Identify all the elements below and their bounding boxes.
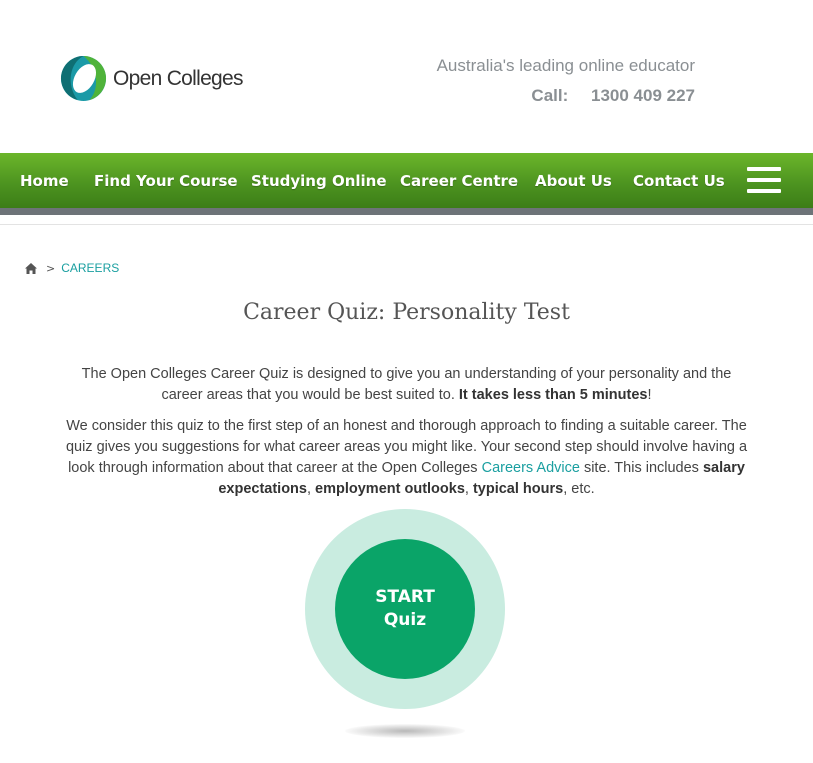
phone-line: Call: 1300 409 227 bbox=[531, 86, 695, 106]
nav-studying-online[interactable]: Studying Online bbox=[251, 172, 387, 190]
nav-home[interactable]: Home bbox=[20, 172, 69, 190]
page: Open Colleges Australia's leading online… bbox=[0, 0, 813, 763]
nav-find-your-course[interactable]: Find Your Course bbox=[94, 172, 238, 190]
home-icon[interactable] bbox=[25, 262, 37, 274]
breadcrumb-careers[interactable]: CAREERS bbox=[61, 261, 119, 275]
hamburger-menu-icon[interactable] bbox=[747, 167, 781, 193]
start-quiz-line-1: START bbox=[375, 587, 435, 607]
quiz-button-shadow bbox=[345, 724, 465, 738]
nav-career-centre[interactable]: Career Centre bbox=[400, 172, 518, 190]
intro-paragraph-2: We consider this quiz to the first step … bbox=[60, 416, 753, 500]
intro-1-end: ! bbox=[647, 387, 652, 403]
intro-2-comma-1: , bbox=[306, 481, 316, 497]
site-header: Open Colleges Australia's leading online… bbox=[0, 0, 813, 153]
breadcrumb-separator: > bbox=[46, 261, 56, 275]
main-nav: Home Find Your Course Studying Online Ca… bbox=[0, 153, 813, 208]
employment-outlooks-bold: employment outlooks bbox=[315, 481, 465, 497]
breadcrumb: > CAREERS bbox=[25, 261, 119, 275]
typical-hours-bold: typical hours bbox=[472, 481, 564, 497]
careers-advice-link[interactable]: Careers Advice bbox=[482, 460, 580, 476]
nav-about-us[interactable]: About Us bbox=[535, 172, 612, 190]
start-quiz-line-2: Quiz bbox=[383, 610, 427, 630]
call-label: Call: bbox=[531, 86, 569, 105]
intro-paragraph-1: The Open Colleges Career Quiz is designe… bbox=[60, 364, 753, 406]
tagline: Australia's leading online educator bbox=[436, 56, 695, 75]
logo-link[interactable]: Open Colleges bbox=[60, 55, 244, 102]
intro-2-after-link: site. This includes bbox=[579, 460, 703, 476]
nav-contact-us[interactable]: Contact Us bbox=[633, 172, 725, 190]
nav-bottom-bar bbox=[0, 208, 813, 215]
phone-number[interactable]: 1300 409 227 bbox=[591, 86, 695, 105]
logo-text: Open Colleges bbox=[113, 66, 244, 90]
intro-2-comma-2: , bbox=[464, 481, 473, 497]
open-colleges-logo-icon bbox=[60, 55, 107, 102]
start-quiz-button[interactable]: START Quiz bbox=[335, 539, 475, 679]
intro-2-end: , etc. bbox=[563, 481, 595, 497]
page-title: Career Quiz: Personality Test bbox=[243, 300, 570, 325]
intro-1-bold: It takes less than 5 minutes bbox=[458, 387, 648, 403]
divider bbox=[0, 224, 813, 225]
